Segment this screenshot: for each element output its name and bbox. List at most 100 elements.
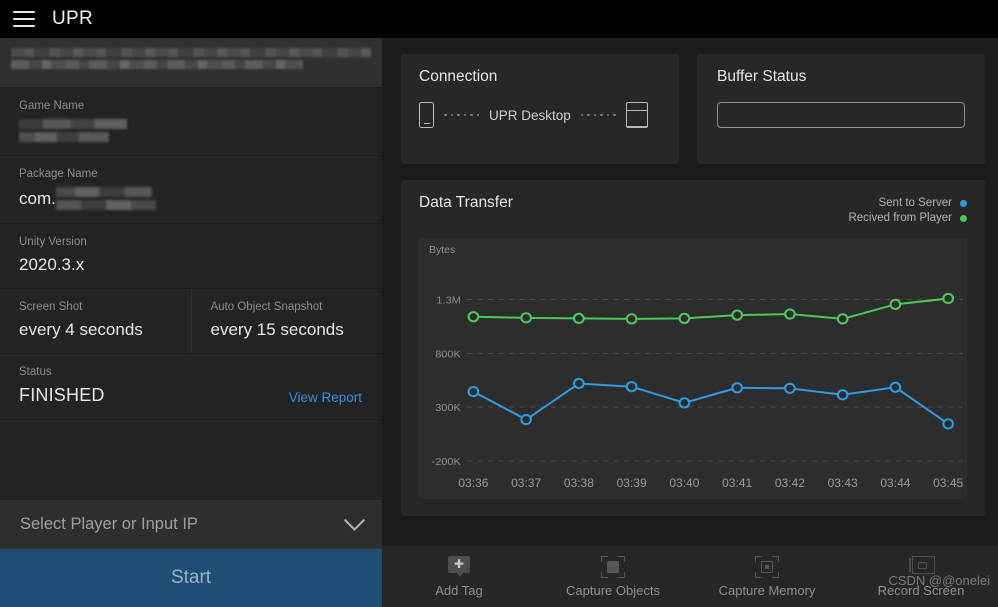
phone-icon [419, 102, 434, 128]
tool-capture-memory[interactable]: Capture Memory [690, 555, 844, 598]
legend-label-sent: Sent to Server [878, 197, 952, 209]
data-transfer-line-chart: 1.3M 800K 300K -200K 03:36 03:37 03:38 03:39 03:… [432, 292, 964, 490]
chart-data-point[interactable] [889, 381, 902, 393]
legend-item-sent: Sent to Server [848, 196, 967, 211]
connection-dots-right [580, 113, 616, 117]
field-package-name: Package Name com. [0, 156, 382, 224]
chart-data-point[interactable] [625, 381, 638, 393]
y-tick-label: -200K [432, 456, 462, 468]
x-tick-label: 03:45 [933, 477, 964, 490]
capture-objects-icon [601, 555, 625, 578]
chart-data-point[interactable] [573, 312, 585, 324]
chart-data-point[interactable] [942, 292, 955, 305]
field-game-name-label: Game Name [19, 100, 85, 112]
chart-legend: Sent to Server Recived from Player [848, 194, 967, 226]
legend-item-received: Recived from Player [848, 211, 967, 226]
app-body: Game Name Package Name com. Unity Versio… [0, 38, 998, 607]
capture-settings-row: Screen Shot every 4 seconds Auto Object … [0, 289, 382, 354]
server-rack-icon [625, 102, 648, 128]
status-cards-row: Connection UPR Desktop Buffer Status [401, 54, 985, 164]
chevron-down-icon [343, 509, 366, 531]
field-unity-version-label: Unity Version [19, 236, 87, 248]
redacted-line-2 [11, 60, 303, 69]
legend-swatch-received [960, 215, 967, 222]
buffer-status-title: Buffer Status [717, 68, 807, 85]
select-player-dropdown[interactable]: Select Player or Input IP [0, 499, 382, 549]
top-bar: UPR [0, 0, 998, 38]
main-content: Connection UPR Desktop Buffer Status Dat… [382, 38, 998, 607]
data-transfer-card: Data Transfer Sent to Server Recived fro… [401, 180, 985, 516]
field-game-name: Game Name [0, 88, 382, 156]
sidebar-spacer [0, 420, 382, 499]
redacted-header [0, 38, 382, 88]
chart-data-point[interactable] [520, 413, 532, 426]
chart-data-point[interactable] [520, 312, 532, 324]
buffer-status-card: Buffer Status [697, 54, 985, 164]
chart-header: Data Transfer Sent to Server Recived fro… [419, 194, 967, 228]
tool-add-tag[interactable]: ✚ Add Tag [382, 555, 536, 598]
chart-data-point[interactable] [731, 382, 744, 394]
connection-title: Connection [419, 68, 498, 85]
select-player-placeholder: Select Player or Input IP [20, 515, 198, 533]
field-package-name-label: Package Name [19, 168, 98, 180]
start-button[interactable]: Start [0, 549, 382, 607]
tool-capture-memory-label: Capture Memory [718, 582, 816, 598]
field-auto-object-snapshot: Auto Object Snapshot every 15 seconds [190, 289, 383, 353]
legend-label-received: Recived from Player [848, 212, 952, 224]
chart-series-line [473, 297, 949, 320]
field-unity-version: Unity Version 2020.3.x [0, 224, 382, 289]
redacted-line-1 [11, 48, 371, 57]
chart-data-point[interactable] [836, 389, 849, 401]
hamburger-icon[interactable] [13, 11, 35, 27]
chart-series-line [472, 382, 949, 425]
buffer-progress-bar [717, 102, 965, 128]
chart-data-point[interactable] [889, 298, 902, 310]
chart-data-point[interactable] [678, 312, 691, 324]
x-tick-label: 03:37 [511, 477, 541, 490]
legend-swatch-sent [960, 200, 967, 207]
x-tick-label: 03:39 [617, 477, 647, 490]
connection-label: UPR Desktop [489, 107, 571, 123]
chart-data-point[interactable] [573, 377, 585, 390]
chart-data-point[interactable] [678, 397, 691, 409]
chart-data-point[interactable] [625, 313, 638, 325]
field-auto-object-snapshot-value: every 15 seconds [210, 320, 344, 339]
x-tick-label: 03:36 [458, 477, 489, 490]
chart-plot-area: Bytes 1.3M 800K 300K -200K 03:36 03:37 03:38 03… [419, 238, 967, 499]
tool-add-tag-label: Add Tag [435, 582, 483, 598]
chart-data-point[interactable] [784, 382, 796, 394]
field-screen-shot: Screen Shot every 4 seconds [0, 289, 191, 353]
connection-dots-left [444, 113, 479, 117]
x-tick-label: 03:41 [722, 477, 752, 490]
chart-data-point[interactable] [836, 313, 849, 325]
sidebar: Game Name Package Name com. Unity Versio… [0, 38, 382, 607]
chart-data-point[interactable] [731, 309, 744, 321]
x-tick-label: 03:38 [564, 477, 595, 490]
tool-capture-objects[interactable]: Capture Objects [536, 555, 690, 598]
chart-data-point[interactable] [467, 311, 480, 323]
view-report-link[interactable]: View Report [289, 390, 362, 405]
tool-record-screen[interactable]: Record Screen CSDN @@onelei [844, 555, 998, 598]
x-tick-label: 03:44 [880, 477, 911, 490]
chart-data-point[interactable] [784, 308, 796, 320]
watermark: CSDN @@onelei [888, 572, 990, 588]
x-tick-label: 03:43 [828, 477, 859, 490]
app-title: UPR [52, 8, 94, 29]
capture-memory-icon [755, 555, 779, 578]
add-tag-icon: ✚ [447, 555, 471, 578]
field-status: Status FINISHED View Report [0, 354, 382, 420]
y-tick-label: 1.3M [436, 295, 460, 307]
field-unity-version-value: 2020.3.x [19, 255, 85, 274]
x-tick-label: 03:42 [775, 477, 805, 490]
chart-data-point[interactable] [467, 385, 480, 398]
data-transfer-title: Data Transfer [419, 194, 513, 211]
connection-diagram: UPR Desktop [419, 102, 661, 128]
tool-capture-objects-label: Capture Objects [566, 582, 660, 598]
main-inner: Connection UPR Desktop Buffer Status Dat… [382, 38, 998, 545]
chart-data-point[interactable] [942, 418, 955, 430]
x-tick-label: 03:40 [669, 477, 700, 490]
upr-app-window: UPR Game Name Package Name com. Unity Ve… [0, 0, 998, 607]
package-name-prefix: com. [19, 188, 56, 208]
y-tick-label: 800K [435, 349, 461, 361]
field-screen-shot-value: every 4 seconds [19, 320, 143, 339]
